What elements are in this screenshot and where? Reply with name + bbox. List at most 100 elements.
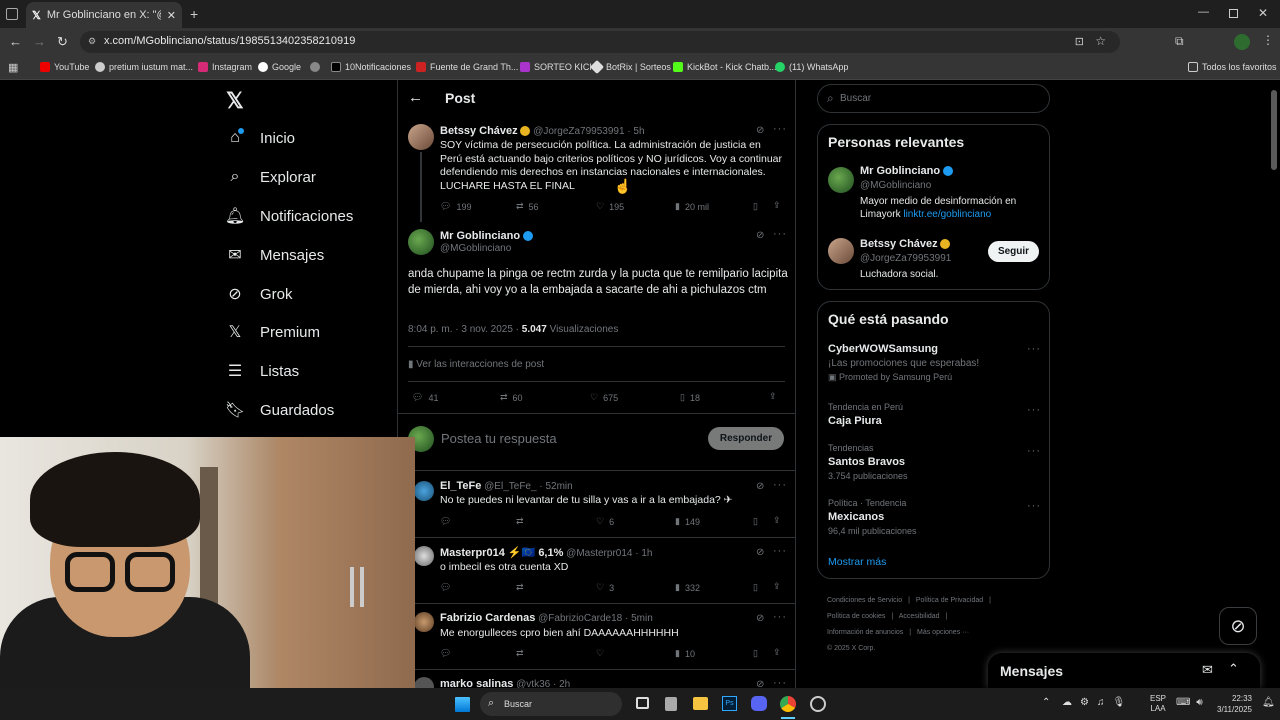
share-action[interactable]: ⇪	[773, 515, 781, 526]
reload-icon[interactable]: ↻	[57, 34, 68, 50]
back-icon[interactable]: ←	[9, 34, 22, 49]
footer-link[interactable]: Condiciones de Servicio	[827, 597, 902, 604]
profile-avatar[interactable]	[1234, 34, 1250, 50]
trend-item[interactable]: Tendencia en Perú Caja Piura	[828, 402, 903, 427]
search-box[interactable]: ⌕ Buscar	[817, 84, 1050, 113]
author-name[interactable]: Betssy Chávez	[440, 125, 518, 137]
start-button-icon[interactable]	[455, 697, 470, 712]
grok-icon[interactable]: ⊘	[756, 125, 764, 136]
reply-input[interactable]: Postea tu respuesta	[441, 431, 557, 446]
more-options-icon[interactable]: ···	[773, 611, 787, 623]
avatar[interactable]	[408, 124, 434, 150]
grok-icon[interactable]: ⊘	[756, 230, 764, 241]
nav-lists[interactable]: ☰ Listas	[226, 362, 299, 381]
nav-home[interactable]: ⌂ Inicio	[226, 129, 295, 147]
author-name[interactable]: Mr Goblinciano	[440, 230, 520, 242]
like-action[interactable]: ♡ 6	[596, 516, 614, 527]
bookmark-action[interactable]: ▯	[753, 648, 758, 659]
file-explorer-icon[interactable]	[693, 697, 708, 710]
reply-action[interactable]: 💬︎ 199	[440, 201, 471, 212]
grok-floating-button[interactable]: ⊘	[1219, 607, 1257, 645]
trend-item[interactable]: Tendencias Santos Bravos 3.754 publicaci…	[828, 443, 908, 481]
footer-link[interactable]: Política de cookies	[827, 613, 885, 620]
grok-icon[interactable]: ⊘	[756, 613, 764, 624]
close-window-icon[interactable]: ✕	[1258, 6, 1268, 20]
messages-drawer[interactable]: Mensajes ✉ ⌃	[988, 653, 1260, 688]
page-scrollbar[interactable]	[1271, 90, 1277, 170]
views-action[interactable]: ▮ 332	[675, 582, 700, 593]
avatar[interactable]	[414, 677, 434, 688]
grok-icon[interactable]: ⊘	[756, 481, 764, 492]
tab-search-icon[interactable]	[6, 8, 18, 20]
like-action[interactable]: ♡ 195	[596, 201, 624, 212]
share-action[interactable]: ⇪	[773, 647, 781, 658]
more-options-icon[interactable]: ···	[773, 228, 787, 240]
nav-premium[interactable]: 𝕏 Premium	[226, 323, 320, 342]
new-message-icon[interactable]: ✉	[1202, 662, 1213, 678]
discord-icon[interactable]	[751, 696, 767, 711]
footer-link[interactable]: Información de anuncios	[827, 629, 903, 636]
network-volume-icons[interactable]: ⌨🔊︎	[1176, 697, 1209, 708]
views-action[interactable]: ▮ 10	[675, 648, 695, 659]
more-options-icon[interactable]: ···	[1027, 404, 1041, 416]
reply-action[interactable]: 💬︎	[440, 582, 451, 593]
nav-bookmarks[interactable]: 🔖︎ Guardados	[225, 401, 334, 420]
close-tab-icon[interactable]: ✕	[167, 9, 176, 22]
repost-action[interactable]: ⇄	[516, 516, 524, 527]
like-action[interactable]: ♡ 675	[590, 392, 618, 403]
avatar[interactable]	[408, 229, 434, 255]
bookmark-pretium[interactable]: pretium iustum mat...	[95, 62, 193, 72]
author-name[interactable]: Fabrizio Cardenas	[440, 612, 535, 624]
bookmark-action[interactable]: ▯	[753, 516, 758, 527]
author-name[interactable]: Masterpr014 ⚡🇪🇺 6,1%	[440, 547, 563, 559]
show-more-link[interactable]: Mostrar más	[828, 556, 886, 568]
bookmark-fuente-grand[interactable]: Fuente de Grand Th...	[416, 62, 518, 72]
author-handle[interactable]: @MGoblinciano	[440, 243, 511, 254]
bookmark-action[interactable]: ▯	[753, 582, 758, 593]
site-info-icon[interactable]: ⚙	[88, 36, 96, 47]
bookmark-kickbot[interactable]: KickBot - Kick Chatb...	[673, 62, 777, 72]
bookmark-unnamed[interactable]	[310, 62, 324, 72]
like-action[interactable]: ♡ 3	[596, 582, 614, 593]
minimize-icon[interactable]: —	[1198, 6, 1209, 18]
all-bookmarks[interactable]: Todos los favoritos	[1188, 62, 1277, 72]
chrome-icon[interactable]	[780, 696, 796, 712]
views-action[interactable]: ▮ 20 mil	[675, 201, 709, 212]
nav-grok[interactable]: ⊘ Grok	[226, 285, 292, 304]
footer-link[interactable]: Accesibilidad	[899, 613, 940, 620]
avatar[interactable]	[414, 546, 434, 566]
obs-icon[interactable]	[810, 696, 826, 712]
reply-action[interactable]: 💬︎	[440, 648, 451, 659]
share-action[interactable]: ⇪	[773, 581, 781, 592]
views-action[interactable]: ▮ 149	[675, 516, 700, 527]
share-action[interactable]: ⇪	[769, 391, 777, 402]
star-icon[interactable]: ☆	[1095, 34, 1106, 48]
tray-icons[interactable]: ☁⚙♫🎙︎	[1062, 697, 1133, 708]
repost-action[interactable]: ⇄ 60	[500, 392, 523, 403]
avatar[interactable]	[414, 481, 434, 501]
more-options-icon[interactable]: ···	[1027, 343, 1041, 355]
maximize-icon[interactable]	[1229, 9, 1238, 18]
like-action[interactable]: ♡	[596, 648, 604, 659]
bookmark-action[interactable]: ▯	[753, 201, 758, 212]
bookmark-sorteo-kick[interactable]: SORTEO KICK	[520, 62, 595, 72]
install-icon[interactable]: ⊡	[1075, 35, 1084, 48]
reply-button[interactable]: Responder	[708, 427, 784, 450]
person-handle[interactable]: @MGoblinciano	[860, 180, 931, 191]
author-handle[interactable]: @FabrizioCarde18	[538, 613, 622, 624]
photoshop-icon[interactable]: Ps	[722, 696, 737, 711]
extensions-icon[interactable]: ⧉	[1175, 34, 1184, 49]
reply-action[interactable]: 💬︎ 41	[412, 392, 438, 403]
author-handle[interactable]: @JorgeZa79953991	[533, 126, 624, 137]
trend-item[interactable]: Política · Tendencia Mexicanos 96,4 mil …	[828, 498, 917, 536]
browser-tab[interactable]: 𝕏 Mr Goblinciano en X: "@JorgeZ ✕	[26, 2, 182, 28]
url-field[interactable]: ⚙ x.com/MGoblinciano/status/198551340235…	[80, 31, 1120, 53]
apps-icon[interactable]: ▦	[8, 61, 18, 74]
bookmark-10notificaciones[interactable]: 10Notificaciones	[331, 62, 411, 72]
taskbar-search[interactable]: ⌕ Buscar	[480, 692, 622, 716]
bookmark-google[interactable]: Google	[258, 62, 301, 72]
nav-messages[interactable]: ✉ Mensajes	[226, 246, 324, 265]
more-options-icon[interactable]: ···	[1027, 500, 1041, 512]
bookmark-whatsapp[interactable]: (11) WhatsApp	[775, 62, 848, 72]
new-tab-icon[interactable]: +	[190, 6, 198, 22]
